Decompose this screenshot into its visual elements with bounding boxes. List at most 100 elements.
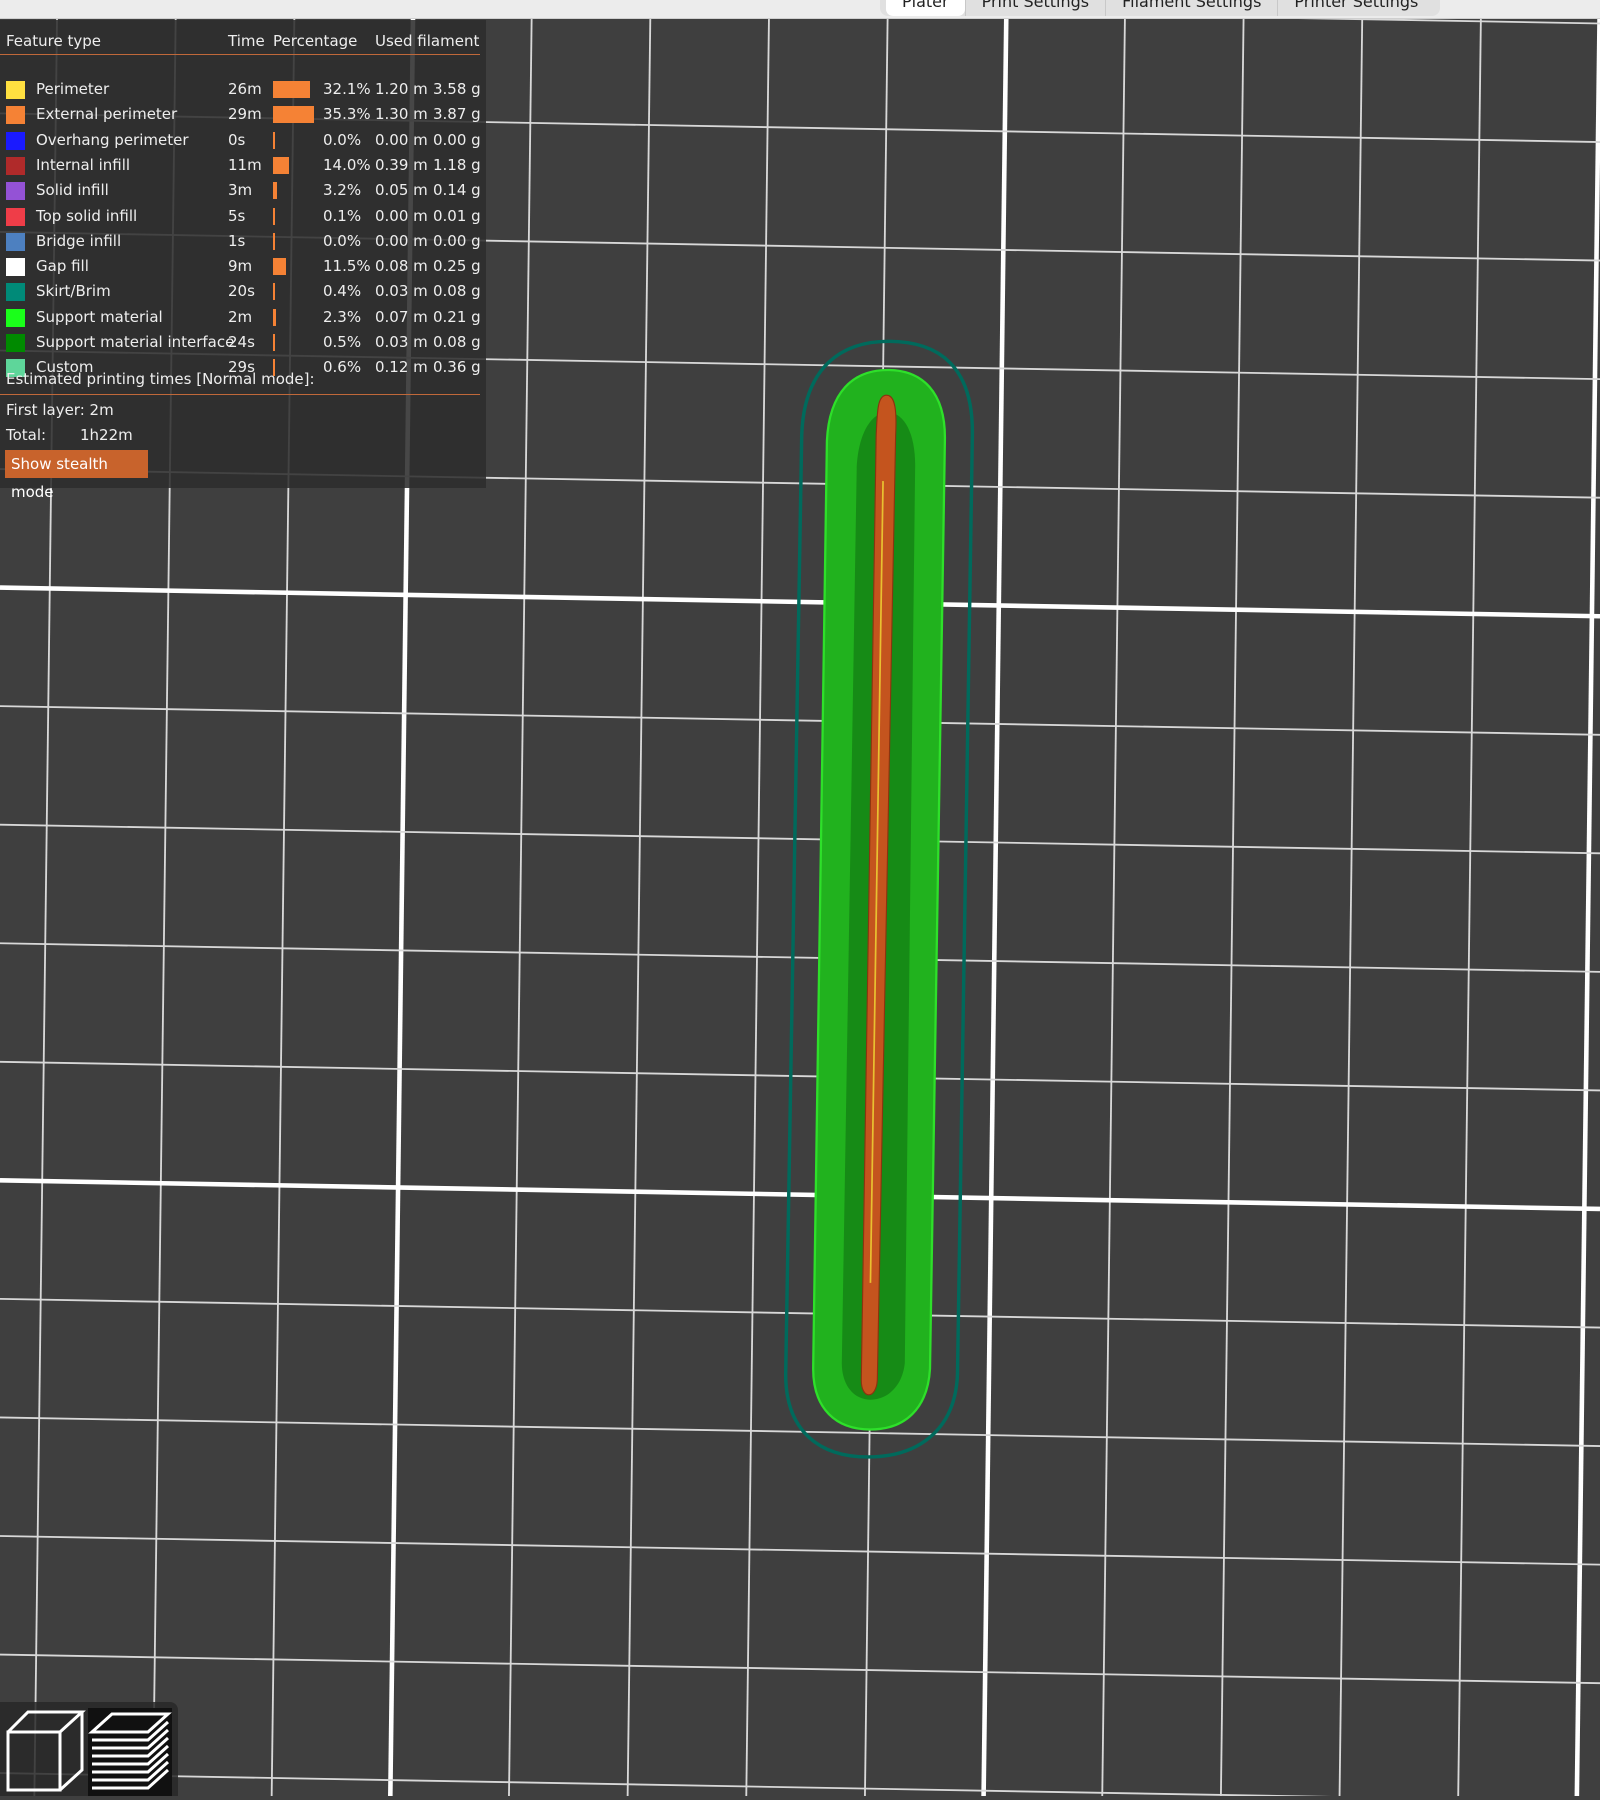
feature-time: 2m [228, 307, 253, 326]
top-tab-bar: Plater Print Settings Filament Settings … [0, 0, 1600, 19]
percentage-bar [273, 232, 275, 250]
feature-weight: 1.18 g [433, 155, 481, 174]
estimated-divider [0, 394, 480, 395]
color-swatch [6, 232, 25, 251]
header-used-filament: Used filament [375, 32, 480, 50]
feature-time: 26m [228, 80, 262, 98]
feature-name: Gap fill [36, 257, 89, 276]
view-toolbar [0, 1702, 178, 1796]
feature-length: 0.03 m [375, 333, 428, 351]
feature-length: 1.30 m [375, 105, 428, 124]
color-swatch [6, 81, 25, 99]
tab-printer-settings[interactable]: Printer Settings [1277, 0, 1434, 16]
feature-time: 11m [228, 155, 262, 174]
feature-time: 0s [228, 130, 246, 149]
feature-percentage: 32.1% [323, 80, 371, 98]
feature-weight: 0.01 g [433, 206, 481, 225]
color-swatch [6, 207, 25, 226]
feature-length: 0.00 m [375, 206, 428, 225]
feature-percentage: 0.0% [323, 130, 362, 149]
feature-name: Skirt/Brim [36, 282, 111, 301]
feature-name: Overhang perimeter [36, 130, 189, 149]
feature-percentage: 14.0% [323, 155, 371, 174]
tab-strip: Plater Print Settings Filament Settings … [880, 0, 1441, 16]
feature-length: 0.12 m [375, 358, 428, 377]
feature-name: Internal infill [36, 155, 131, 174]
feature-weight: 0.36 g [433, 358, 481, 377]
legend-row: Solid infill 3m 3.2% 0.05 m 0.14 g [0, 178, 486, 203]
percentage-bar [273, 106, 314, 124]
tab-plater[interactable]: Plater [886, 0, 965, 16]
legend-row: External perimeter 29m 35.3% 1.30 m 3.87 g [0, 102, 486, 127]
feature-weight: 0.21 g [433, 307, 481, 326]
total-label: Total: [6, 426, 47, 444]
feature-name: Solid infill [36, 181, 109, 200]
header-percentage: Percentage [273, 32, 358, 50]
legend-row: Bridge infill 1s 0.0% 0.00 m 0.00 g [0, 229, 486, 254]
feature-weight: 3.87 g [433, 105, 481, 124]
feature-weight: 0.25 g [433, 257, 481, 276]
feature-length: 0.05 m [375, 181, 428, 200]
tab-print-settings[interactable]: Print Settings [964, 0, 1106, 16]
color-swatch [6, 308, 25, 327]
feature-name: External perimeter [36, 105, 178, 124]
legend-row: Top solid infill 5s 0.1% 0.00 m 0.01 g [0, 204, 486, 229]
percentage-bar [273, 156, 290, 174]
legend-row: Perimeter 26m 32.1% 1.20 m 3.58 g [0, 77, 486, 102]
color-swatch [6, 334, 25, 352]
color-swatch [6, 258, 25, 277]
legend-panel: Feature type Time Percentage Used filame… [0, 20, 486, 501]
feature-length: 0.00 m [375, 231, 428, 250]
feature-name: Support material [36, 307, 163, 326]
feature-weight: 0.14 g [433, 181, 481, 200]
feature-percentage: 0.4% [323, 282, 362, 301]
color-swatch [6, 283, 25, 302]
feature-time: 24s [228, 333, 255, 351]
feature-percentage: 0.5% [323, 333, 362, 351]
legend-row: Internal infill 11m 14.0% 0.39 m 1.18 g [0, 153, 486, 178]
feature-percentage: 11.5% [323, 257, 371, 276]
feature-weight: 0.08 g [433, 282, 481, 301]
3d-view-icon[interactable] [2, 1708, 86, 1796]
color-swatch [6, 182, 25, 201]
feature-percentage: 0.0% [323, 231, 362, 250]
feature-percentage: 0.1% [323, 206, 362, 225]
color-swatch [6, 106, 25, 125]
total-time: 1h22m [80, 426, 133, 444]
header-feature-type: Feature type [6, 32, 101, 50]
feature-length: 0.39 m [375, 155, 428, 174]
feature-name: Top solid infill [36, 206, 138, 225]
feature-weight: 0.08 g [433, 333, 481, 351]
feature-time: 1s [228, 231, 246, 250]
feature-length: 0.03 m [375, 282, 428, 301]
feature-time: 5s [228, 206, 246, 225]
percentage-bar [273, 334, 275, 351]
color-swatch [6, 156, 25, 175]
legend-row: Skirt/Brim 20s 0.4% 0.03 m 0.08 g [0, 279, 486, 304]
feature-weight: 3.58 g [433, 80, 481, 98]
feature-time: 29m [228, 105, 262, 124]
tab-filament-settings[interactable]: Filament Settings [1105, 0, 1277, 16]
feature-time: 9m [228, 257, 253, 276]
feature-name: Perimeter [36, 80, 110, 98]
percentage-bar [273, 258, 287, 276]
percentage-bar [273, 131, 275, 149]
feature-length: 0.07 m [375, 307, 428, 326]
legend-row: Gap fill 9m 11.5% 0.08 m 0.25 g [0, 254, 486, 279]
header-time: Time [228, 32, 265, 50]
percentage-bar [273, 182, 277, 200]
feature-time: 3m [228, 181, 253, 200]
color-swatch [6, 131, 25, 150]
feature-percentage: 2.3% [323, 307, 362, 326]
legend-row: Support material interface 24s 0.5% 0.03 m 0… [0, 330, 486, 355]
first-layer-time: First layer: 2m [6, 401, 114, 419]
feature-length: 0.08 m [375, 257, 428, 276]
percentage-bar [273, 81, 310, 98]
layers-view-icon[interactable] [88, 1708, 172, 1796]
feature-time: 20s [228, 282, 255, 301]
feature-name: Bridge infill [36, 231, 122, 250]
legend-row: Overhang perimeter 0s 0.0% 0.00 m 0.00 g [0, 128, 486, 153]
feature-length: 0.00 m [375, 130, 428, 149]
show-stealth-mode-button[interactable]: Show stealth mode [5, 450, 148, 501]
feature-name: Support material interface [36, 333, 235, 351]
